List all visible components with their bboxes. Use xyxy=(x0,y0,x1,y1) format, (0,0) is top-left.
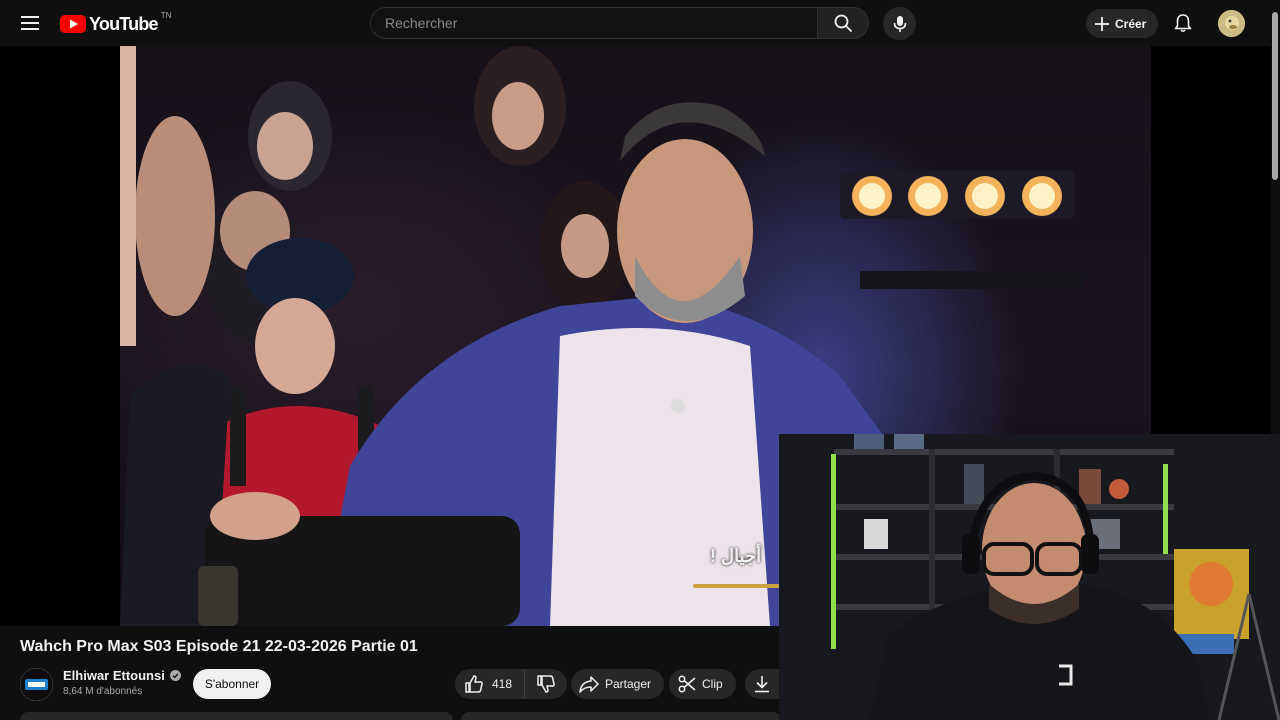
video-title: Wahch Pro Max S03 Episode 21 22-03-2026 … xyxy=(20,638,418,655)
search-input[interactable] xyxy=(370,7,817,39)
thumbs-up-icon xyxy=(465,675,483,693)
avatar-image xyxy=(1218,10,1245,37)
voice-search-button[interactable] xyxy=(883,7,916,40)
channel-name-text: Elhiwar Ettounsi xyxy=(63,668,165,683)
youtube-play-icon xyxy=(60,15,86,33)
subscriber-count: 8,64 M d'abonnés xyxy=(63,686,143,697)
webcam-scene-front xyxy=(779,434,1280,720)
video-subtitle: أجيال ! xyxy=(710,546,762,566)
scrollbar-thumb[interactable] xyxy=(1272,12,1278,180)
description-box-secondary xyxy=(461,712,781,720)
scissors-icon xyxy=(678,675,696,693)
youtube-logo[interactable]: YouTube TN xyxy=(60,10,172,36)
like-button[interactable]: 418 xyxy=(455,669,526,699)
download-button[interactable] xyxy=(745,669,779,699)
search-icon xyxy=(834,14,852,32)
channel-avatar[interactable] xyxy=(20,668,53,701)
channel-name[interactable]: Elhiwar Ettounsi xyxy=(63,668,181,683)
subtitle-underline xyxy=(693,584,793,588)
share-label: Partager xyxy=(605,677,652,691)
masthead: YouTube TN Créer xyxy=(0,0,1280,46)
thumbs-down-icon xyxy=(537,675,555,693)
account-avatar[interactable] xyxy=(1218,10,1245,37)
download-icon xyxy=(755,676,769,693)
plus-icon xyxy=(1095,16,1109,31)
subscribe-button[interactable]: S'abonner xyxy=(193,669,271,699)
share-button[interactable]: Partager xyxy=(571,669,665,699)
verified-icon xyxy=(169,670,181,681)
create-button[interactable]: Créer xyxy=(1086,9,1159,38)
notifications-button[interactable] xyxy=(1168,8,1198,38)
like-dislike-group: 418 xyxy=(455,669,568,699)
like-count: 418 xyxy=(492,677,513,691)
clip-label: Clip xyxy=(702,677,723,691)
country-code: TN xyxy=(160,10,172,20)
create-label: Créer xyxy=(1115,16,1147,31)
bell-icon xyxy=(1174,14,1192,33)
dislike-button[interactable] xyxy=(525,669,567,699)
webcam-overlay-front xyxy=(779,434,1280,720)
clip-button[interactable]: Clip xyxy=(669,669,736,699)
logo-text: YouTube xyxy=(89,13,159,34)
description-box[interactable] xyxy=(20,712,453,720)
channel-logo xyxy=(20,668,53,701)
hamburger-icon xyxy=(21,16,39,30)
search-button[interactable] xyxy=(817,7,869,39)
search-box xyxy=(370,7,870,39)
microphone-icon xyxy=(893,15,906,32)
share-icon xyxy=(579,676,599,693)
menu-button[interactable] xyxy=(14,7,46,39)
